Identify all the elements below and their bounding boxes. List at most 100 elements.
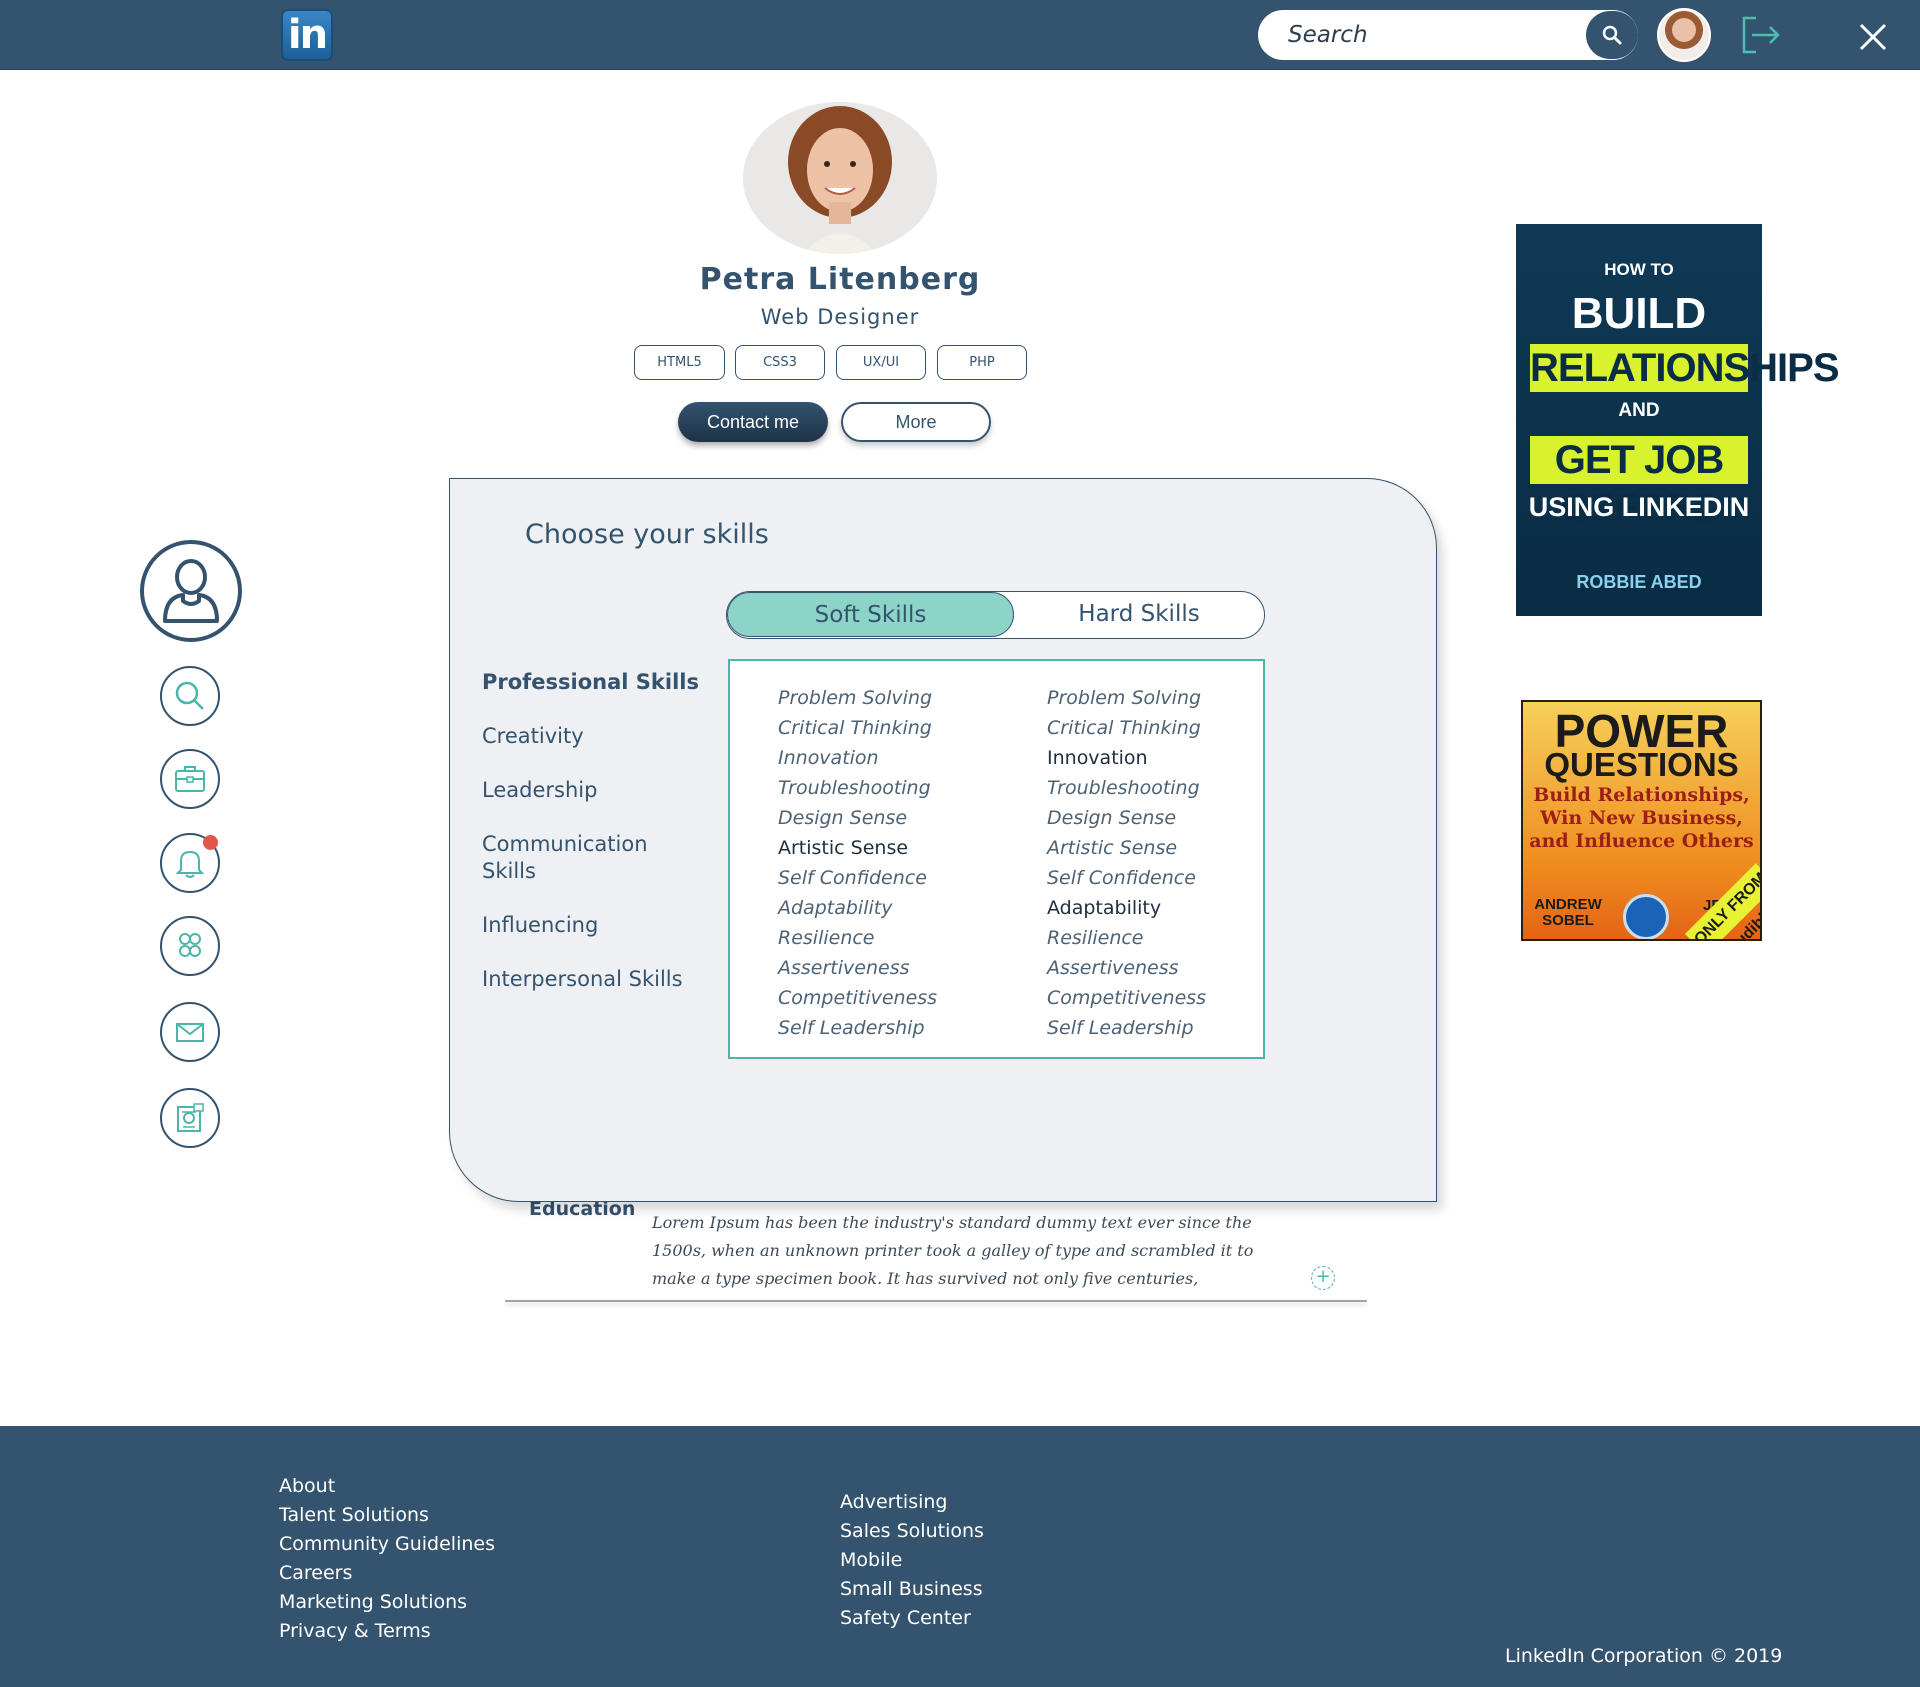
- education-description: Lorem Ipsum has been the industry's stan…: [652, 1213, 1254, 1288]
- top-nav-bar: in: [0, 0, 1920, 70]
- sidebar-messages-button[interactable]: [160, 1002, 220, 1062]
- category-interpersonal-skills[interactable]: Interpersonal Skills: [482, 966, 702, 993]
- category-professional-skills[interactable]: Professional Skills: [482, 669, 702, 696]
- skill-tag[interactable]: HTML5: [634, 345, 725, 380]
- people-icon: [179, 933, 201, 957]
- add-education-button[interactable]: +: [1311, 1266, 1335, 1290]
- skill-option[interactable]: Troubleshooting: [778, 773, 998, 803]
- profile-portrait-image: [743, 102, 937, 254]
- header-avatar[interactable]: [1657, 8, 1711, 62]
- skill-option[interactable]: Competitiveness: [1047, 983, 1267, 1013]
- footer-link[interactable]: Mobile: [840, 1546, 984, 1575]
- skill-option[interactable]: Self Leadership: [778, 1013, 998, 1043]
- section-divider: [505, 1300, 1367, 1302]
- footer-link[interactable]: Community Guidelines: [279, 1530, 495, 1559]
- skill-option[interactable]: Self Leadership: [1047, 1013, 1267, 1043]
- skill-option[interactable]: Competitiveness: [778, 983, 998, 1013]
- sidebar-profile-button[interactable]: [140, 540, 242, 642]
- profile-name: Petra Litenberg: [699, 262, 981, 297]
- skill-option[interactable]: Design Sense: [1047, 803, 1267, 833]
- profile-photo: [743, 102, 937, 254]
- user-icon: [163, 559, 219, 623]
- logout-icon[interactable]: [1740, 14, 1782, 56]
- skill-option[interactable]: Assertiveness: [1047, 953, 1267, 983]
- skill-option-selected[interactable]: Adaptability: [1047, 893, 1267, 923]
- skill-option[interactable]: Resilience: [1047, 923, 1267, 953]
- footer-links-col2: Advertising Sales Solutions Mobile Small…: [840, 1488, 984, 1633]
- ad-book-line: BUILD: [1571, 289, 1707, 338]
- footer-link[interactable]: Talent Solutions: [279, 1501, 495, 1530]
- ad-book-build-relationships[interactable]: HOW TO BUILD RELATIONSHIPS AND GET JOB O…: [1516, 224, 1840, 616]
- ad-book-title: QUESTIONS: [1544, 746, 1739, 783]
- search-icon: [175, 681, 204, 710]
- search-input[interactable]: [1288, 19, 1578, 51]
- notification-badge: [203, 835, 218, 850]
- more-button[interactable]: More: [841, 402, 991, 442]
- skill-tag[interactable]: UX/UI: [836, 345, 926, 380]
- sidebar-notifications-button[interactable]: [160, 833, 220, 893]
- category-leadership[interactable]: Leadership: [482, 777, 702, 804]
- skill-option[interactable]: Innovation: [778, 743, 998, 773]
- search-icon: [1602, 25, 1622, 45]
- ad-book-author: ANDREW SOBEL: [1534, 896, 1602, 929]
- category-creativity[interactable]: Creativity: [482, 723, 702, 750]
- footer-link[interactable]: Privacy & Terms: [279, 1617, 495, 1646]
- footer-links-col1: About Talent Solutions Community Guideli…: [279, 1472, 495, 1646]
- skills-panel: Choose your skills Hard Skills Soft Skil…: [449, 478, 1437, 1202]
- footer-link[interactable]: Small Business: [840, 1575, 984, 1604]
- skill-option[interactable]: Problem Solving: [1047, 683, 1267, 713]
- footer-link[interactable]: Sales Solutions: [840, 1517, 984, 1546]
- footer-link[interactable]: Careers: [279, 1559, 495, 1588]
- contact-me-button[interactable]: Contact me: [678, 402, 828, 442]
- skills-type-toggle: Hard Skills Soft Skills: [726, 591, 1265, 639]
- skill-option-selected[interactable]: Artistic Sense: [778, 833, 998, 863]
- sidebar-network-button[interactable]: [160, 916, 220, 976]
- skills-column-left: Problem Solving Critical Thinking Innova…: [778, 683, 998, 1043]
- skill-option[interactable]: Artistic Sense: [1047, 833, 1267, 863]
- skills-column-right: Problem Solving Critical Thinking Innova…: [1047, 683, 1267, 1043]
- close-icon[interactable]: [1858, 22, 1888, 52]
- skills-panel-title: Choose your skills: [525, 519, 769, 550]
- skill-option[interactable]: Self Confidence: [778, 863, 998, 893]
- skill-option[interactable]: Problem Solving: [778, 683, 998, 713]
- category-influencing[interactable]: Influencing: [482, 912, 702, 939]
- sidebar-jobs-button[interactable]: [160, 749, 220, 809]
- skill-option[interactable]: Troubleshooting: [1047, 773, 1267, 803]
- audible-badge: ONLY FROM audible: [1685, 863, 1760, 939]
- category-communication-skills[interactable]: Communication Skills: [482, 831, 662, 885]
- skill-option[interactable]: Adaptability: [778, 893, 998, 923]
- skill-option[interactable]: Critical Thinking: [1047, 713, 1267, 743]
- tab-soft-skills[interactable]: Soft Skills: [727, 592, 1014, 637]
- search-button[interactable]: [1586, 11, 1638, 59]
- sidebar-search-button[interactable]: [160, 666, 220, 726]
- skill-option[interactable]: Design Sense: [778, 803, 998, 833]
- ad-book-power-questions[interactable]: POWER QUESTIONS Build Relationships, Win…: [1521, 700, 1762, 941]
- skill-option-selected[interactable]: Innovation: [1047, 743, 1267, 773]
- ad-book-subtitle: Build Relationships, Win New Business, a…: [1529, 784, 1754, 852]
- ad-book-line: GET JOB OFFERS: [1530, 436, 1748, 530]
- search-bar: [1258, 10, 1638, 60]
- ad-book-line: USING LINKEDIN: [1528, 492, 1750, 522]
- tab-hard-skills[interactable]: Hard Skills: [1014, 592, 1264, 637]
- skill-option[interactable]: Resilience: [778, 923, 998, 953]
- briefcase-icon: [175, 766, 205, 792]
- skill-option[interactable]: Critical Thinking: [778, 713, 998, 743]
- ad-book-author: ROBBIE ABED: [1576, 572, 1702, 592]
- certificate-icon: [177, 1103, 204, 1132]
- footer-link[interactable]: Advertising: [840, 1488, 984, 1517]
- bell-icon: [175, 850, 205, 878]
- sidebar-learning-button[interactable]: [160, 1088, 220, 1148]
- footer-link[interactable]: Marketing Solutions: [279, 1588, 495, 1617]
- copyright-text: LinkedIn Corporation © 2019: [1505, 1645, 1783, 1667]
- skill-tag[interactable]: CSS3: [735, 345, 825, 380]
- skill-option[interactable]: Assertiveness: [778, 953, 998, 983]
- skill-tag[interactable]: PHP: [937, 345, 1027, 380]
- linkedin-logo[interactable]: in: [281, 9, 333, 61]
- profile-job-title: Web Designer: [760, 305, 920, 329]
- ad-book-line: AND: [1618, 400, 1660, 421]
- footer: About Talent Solutions Community Guideli…: [0, 1426, 1920, 1687]
- ad-book-line: RELATIONSHIPS: [1530, 344, 1840, 392]
- footer-link[interactable]: Safety Center: [840, 1604, 984, 1633]
- footer-link[interactable]: About: [279, 1472, 495, 1501]
- skill-option[interactable]: Self Confidence: [1047, 863, 1267, 893]
